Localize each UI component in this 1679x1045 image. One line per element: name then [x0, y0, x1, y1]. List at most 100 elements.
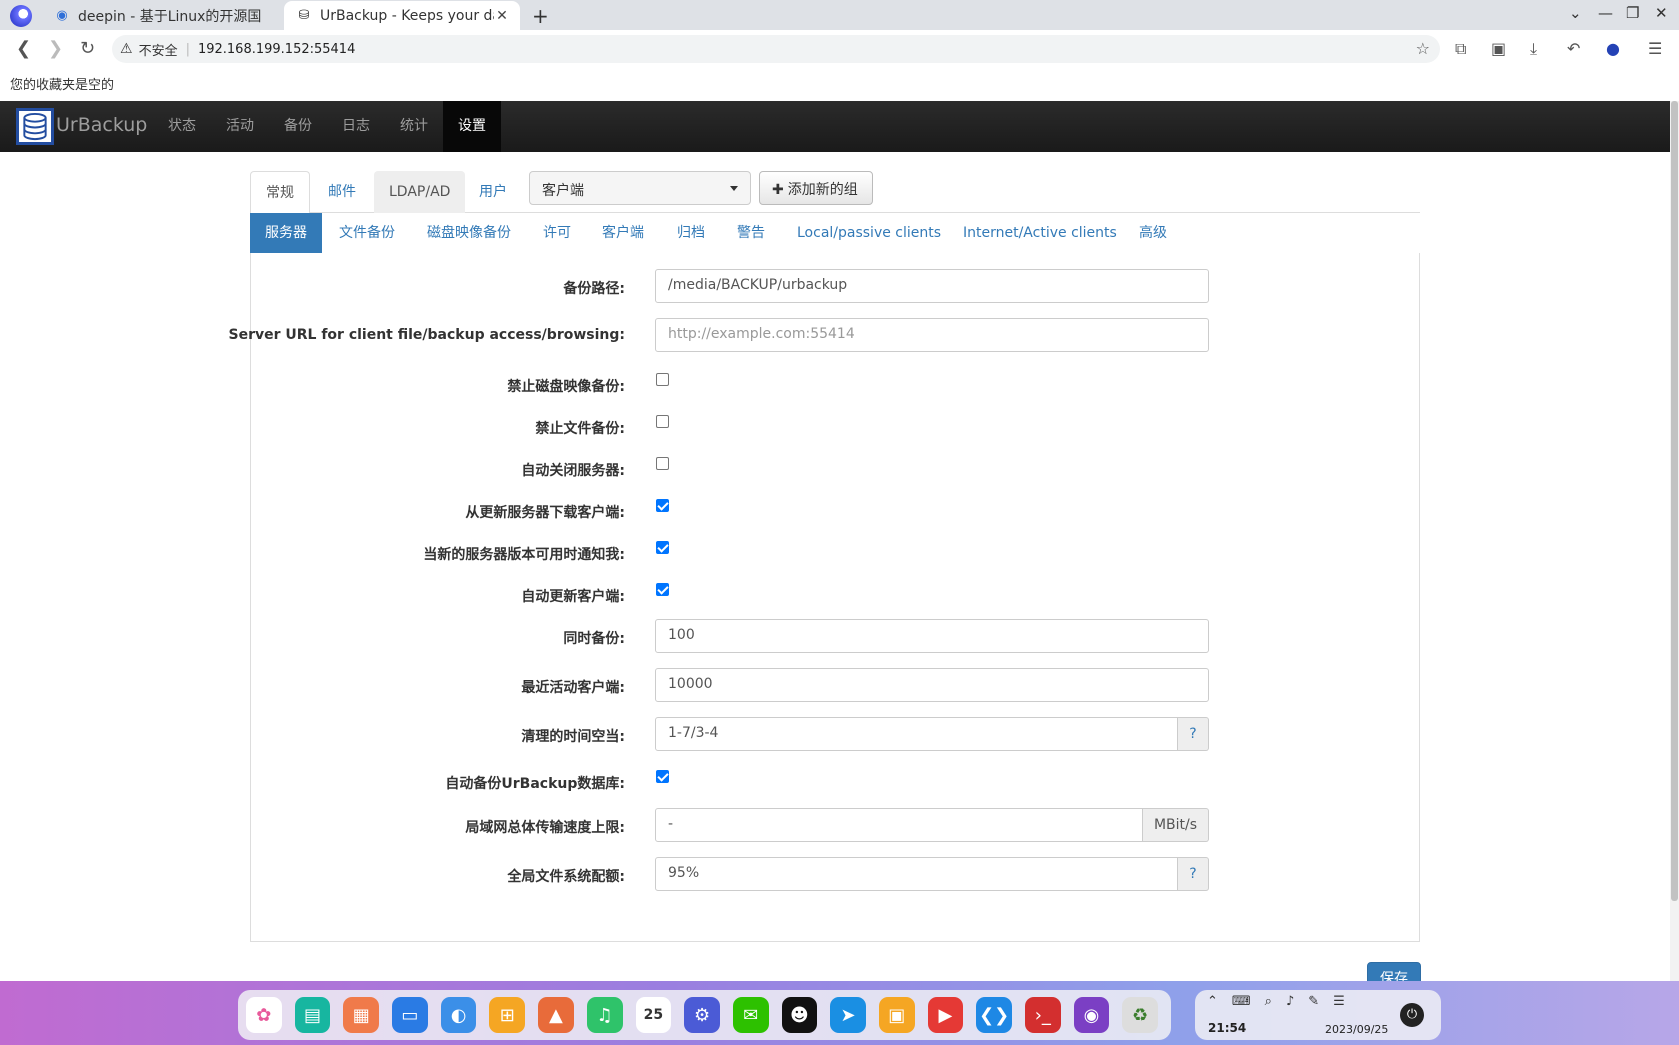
wechat-icon[interactable]: ✉ [732, 997, 769, 1033]
subtab-local-passive[interactable]: Local/passive clients [782, 213, 956, 253]
toggle-icon[interactable]: ☰ [1333, 994, 1359, 1009]
browser-logo-icon[interactable] [10, 5, 32, 27]
launcher-icon[interactable]: ✿ [246, 997, 282, 1033]
new-tab-icon[interactable]: + [532, 4, 549, 28]
backup-database-checkbox[interactable] [656, 770, 669, 783]
disable-file-checkbox[interactable] [656, 415, 669, 428]
close-tab-icon[interactable]: ✕ [494, 8, 510, 24]
add-group-button[interactable]: ✚ 添加新的组 [759, 171, 873, 205]
cleanup-help-button[interactable]: ? [1178, 717, 1209, 751]
auto-update-clients-checkbox[interactable] [656, 583, 669, 596]
media-player-icon[interactable]: ▶ [927, 997, 964, 1033]
music-icon[interactable]: ♫ [586, 997, 623, 1033]
chevron-up-icon[interactable]: ⌃ [1207, 994, 1232, 1009]
menu-icon[interactable]: ☰ [1648, 39, 1662, 58]
star-icon[interactable]: ☆ [1416, 39, 1430, 58]
subtab-internet-active[interactable]: Internet/Active clients [948, 213, 1132, 253]
disable-image-checkbox[interactable] [656, 373, 669, 386]
slides-icon[interactable]: ▣ [878, 997, 915, 1033]
label-disable-image: 禁止磁盘映像备份: [507, 379, 625, 395]
settings-gear-icon[interactable]: ⚙ [684, 997, 720, 1033]
trash-icon[interactable]: ♻ [1122, 997, 1159, 1033]
urbackup-logo-icon[interactable] [16, 108, 54, 145]
group-select[interactable]: 客户端 [529, 171, 751, 205]
quota-help-button[interactable]: ? [1178, 857, 1209, 891]
nav-activities[interactable]: 活动 [211, 101, 269, 152]
nav-backups[interactable]: 备份 [269, 101, 327, 152]
bookmarks-empty-text: 您的收藏夹是空的 [10, 78, 115, 93]
file-manager-icon[interactable]: ▭ [392, 997, 428, 1033]
auto-shutdown-checkbox[interactable] [656, 457, 669, 470]
send-icon[interactable]: ➤ [830, 997, 866, 1033]
max-active-clients-input[interactable]: 10000 [655, 668, 1209, 702]
reload-icon[interactable]: ↻ [80, 38, 95, 59]
vscode-icon[interactable]: ❮❯ [976, 997, 1012, 1033]
separator: | [185, 41, 190, 57]
restore-icon[interactable]: ❐ [1626, 4, 1639, 22]
profile-avatar-icon[interactable]: ● [1606, 39, 1620, 58]
app-grid-icon[interactable]: ▦ [343, 997, 380, 1033]
tab-general[interactable]: 常规 [250, 171, 310, 214]
browser-dock-icon[interactable]: ◐ [440, 997, 477, 1033]
address-bar[interactable]: ⚠ 不安全 | 192.168.199.152:55414 ☆ [112, 35, 1440, 63]
lan-speed-limit-input[interactable]: - [655, 808, 1143, 842]
download-icon[interactable]: ⤓ [1530, 39, 1537, 59]
tray-icons[interactable]: ⌃⌨⌕♪✎☰ [1207, 994, 1359, 1009]
image-viewer-icon[interactable]: ▲ [538, 997, 574, 1033]
subtab-image-backups[interactable]: 磁盘映像备份 [412, 213, 526, 253]
extensions-icon[interactable]: ⧉ [1455, 39, 1466, 59]
tab-mail[interactable]: 邮件 [313, 171, 371, 213]
subtab-server[interactable]: 服务器 [250, 213, 322, 253]
multitasking-icon[interactable]: ▤ [294, 997, 331, 1033]
forward-icon[interactable]: ❯ [48, 38, 63, 59]
power-icon[interactable]: ⏻ [1400, 1003, 1424, 1027]
cleanup-window-input[interactable]: 1-7/3-4 [655, 717, 1178, 751]
collections-icon[interactable]: ▣ [1491, 39, 1506, 58]
label-simultaneous-backups: 同时备份: [563, 631, 625, 647]
nav-settings[interactable]: 设置 [443, 101, 501, 152]
notify-version-checkbox[interactable] [656, 541, 669, 554]
search-icon[interactable]: ⌕ [1265, 994, 1286, 1009]
label-server-url: Server URL for client file/backup access… [228, 327, 625, 343]
calendar-icon[interactable]: 25 [635, 997, 672, 1033]
subtab-permissions[interactable]: 许可 [528, 213, 586, 253]
firefox-icon[interactable]: ◉ [1073, 997, 1110, 1033]
undo-icon[interactable]: ↶ [1567, 39, 1580, 58]
app-store-icon[interactable]: ⊞ [489, 997, 526, 1033]
tab-users[interactable]: 用户 [464, 171, 522, 213]
scrollbar-thumb[interactable] [1671, 101, 1678, 901]
browser-tab-deepin[interactable]: ◉ deepin - 基于Linux的开源国 [42, 1, 280, 30]
volume-icon[interactable]: ♪ [1286, 994, 1308, 1009]
chevron-down-icon[interactable]: ⌄ [1569, 4, 1582, 22]
warning-icon[interactable]: ⚠ [120, 41, 133, 57]
back-icon[interactable]: ❮ [16, 38, 31, 59]
page-scrollbar[interactable] [1670, 101, 1679, 981]
subtab-file-backups[interactable]: 文件备份 [324, 213, 410, 253]
browser-tab-urbackup[interactable]: ⛁ UrBackup - Keeps your dat ✕ [284, 1, 520, 30]
address-toolbar: ❮ ❯ ↻ ⚠ 不安全 | 192.168.199.152:55414 ☆ ⧉ … [0, 30, 1679, 68]
nav-statistics[interactable]: 统计 [385, 101, 443, 152]
subtab-advanced[interactable]: 高级 [1124, 213, 1182, 253]
subtab-archive[interactable]: 归档 [662, 213, 720, 253]
pen-icon[interactable]: ✎ [1308, 994, 1333, 1009]
minimize-icon[interactable]: — [1598, 4, 1613, 22]
server-url-input[interactable]: http://example.com:55414 [655, 318, 1209, 352]
terminal-icon[interactable]: ›_ [1025, 997, 1061, 1033]
download-client-checkbox[interactable] [656, 499, 669, 512]
backup-path-input[interactable]: /media/BACKUP/urbackup [655, 269, 1209, 303]
clock-time: 21:54 [1208, 1021, 1247, 1035]
nav-status[interactable]: 状态 [153, 101, 211, 152]
nav-logs[interactable]: 日志 [327, 101, 385, 152]
tab-title: UrBackup - Keeps your dat [320, 7, 494, 24]
qq-icon[interactable]: ☻ [781, 997, 818, 1033]
subtab-alerts[interactable]: 警告 [722, 213, 780, 253]
close-window-icon[interactable]: ✕ [1655, 4, 1668, 22]
tab-ldap[interactable]: LDAP/AD [374, 171, 466, 213]
brand-name[interactable]: UrBackup [56, 114, 147, 136]
keyboard-icon[interactable]: ⌨ [1232, 994, 1265, 1009]
clock-date: 2023/09/25 [1325, 1023, 1389, 1036]
simultaneous-backups-input[interactable]: 100 [655, 619, 1209, 653]
subtab-client[interactable]: 客户端 [587, 213, 659, 253]
url-text: 192.168.199.152:55414 [197, 41, 356, 57]
global-quota-input[interactable]: 95% [655, 857, 1178, 891]
